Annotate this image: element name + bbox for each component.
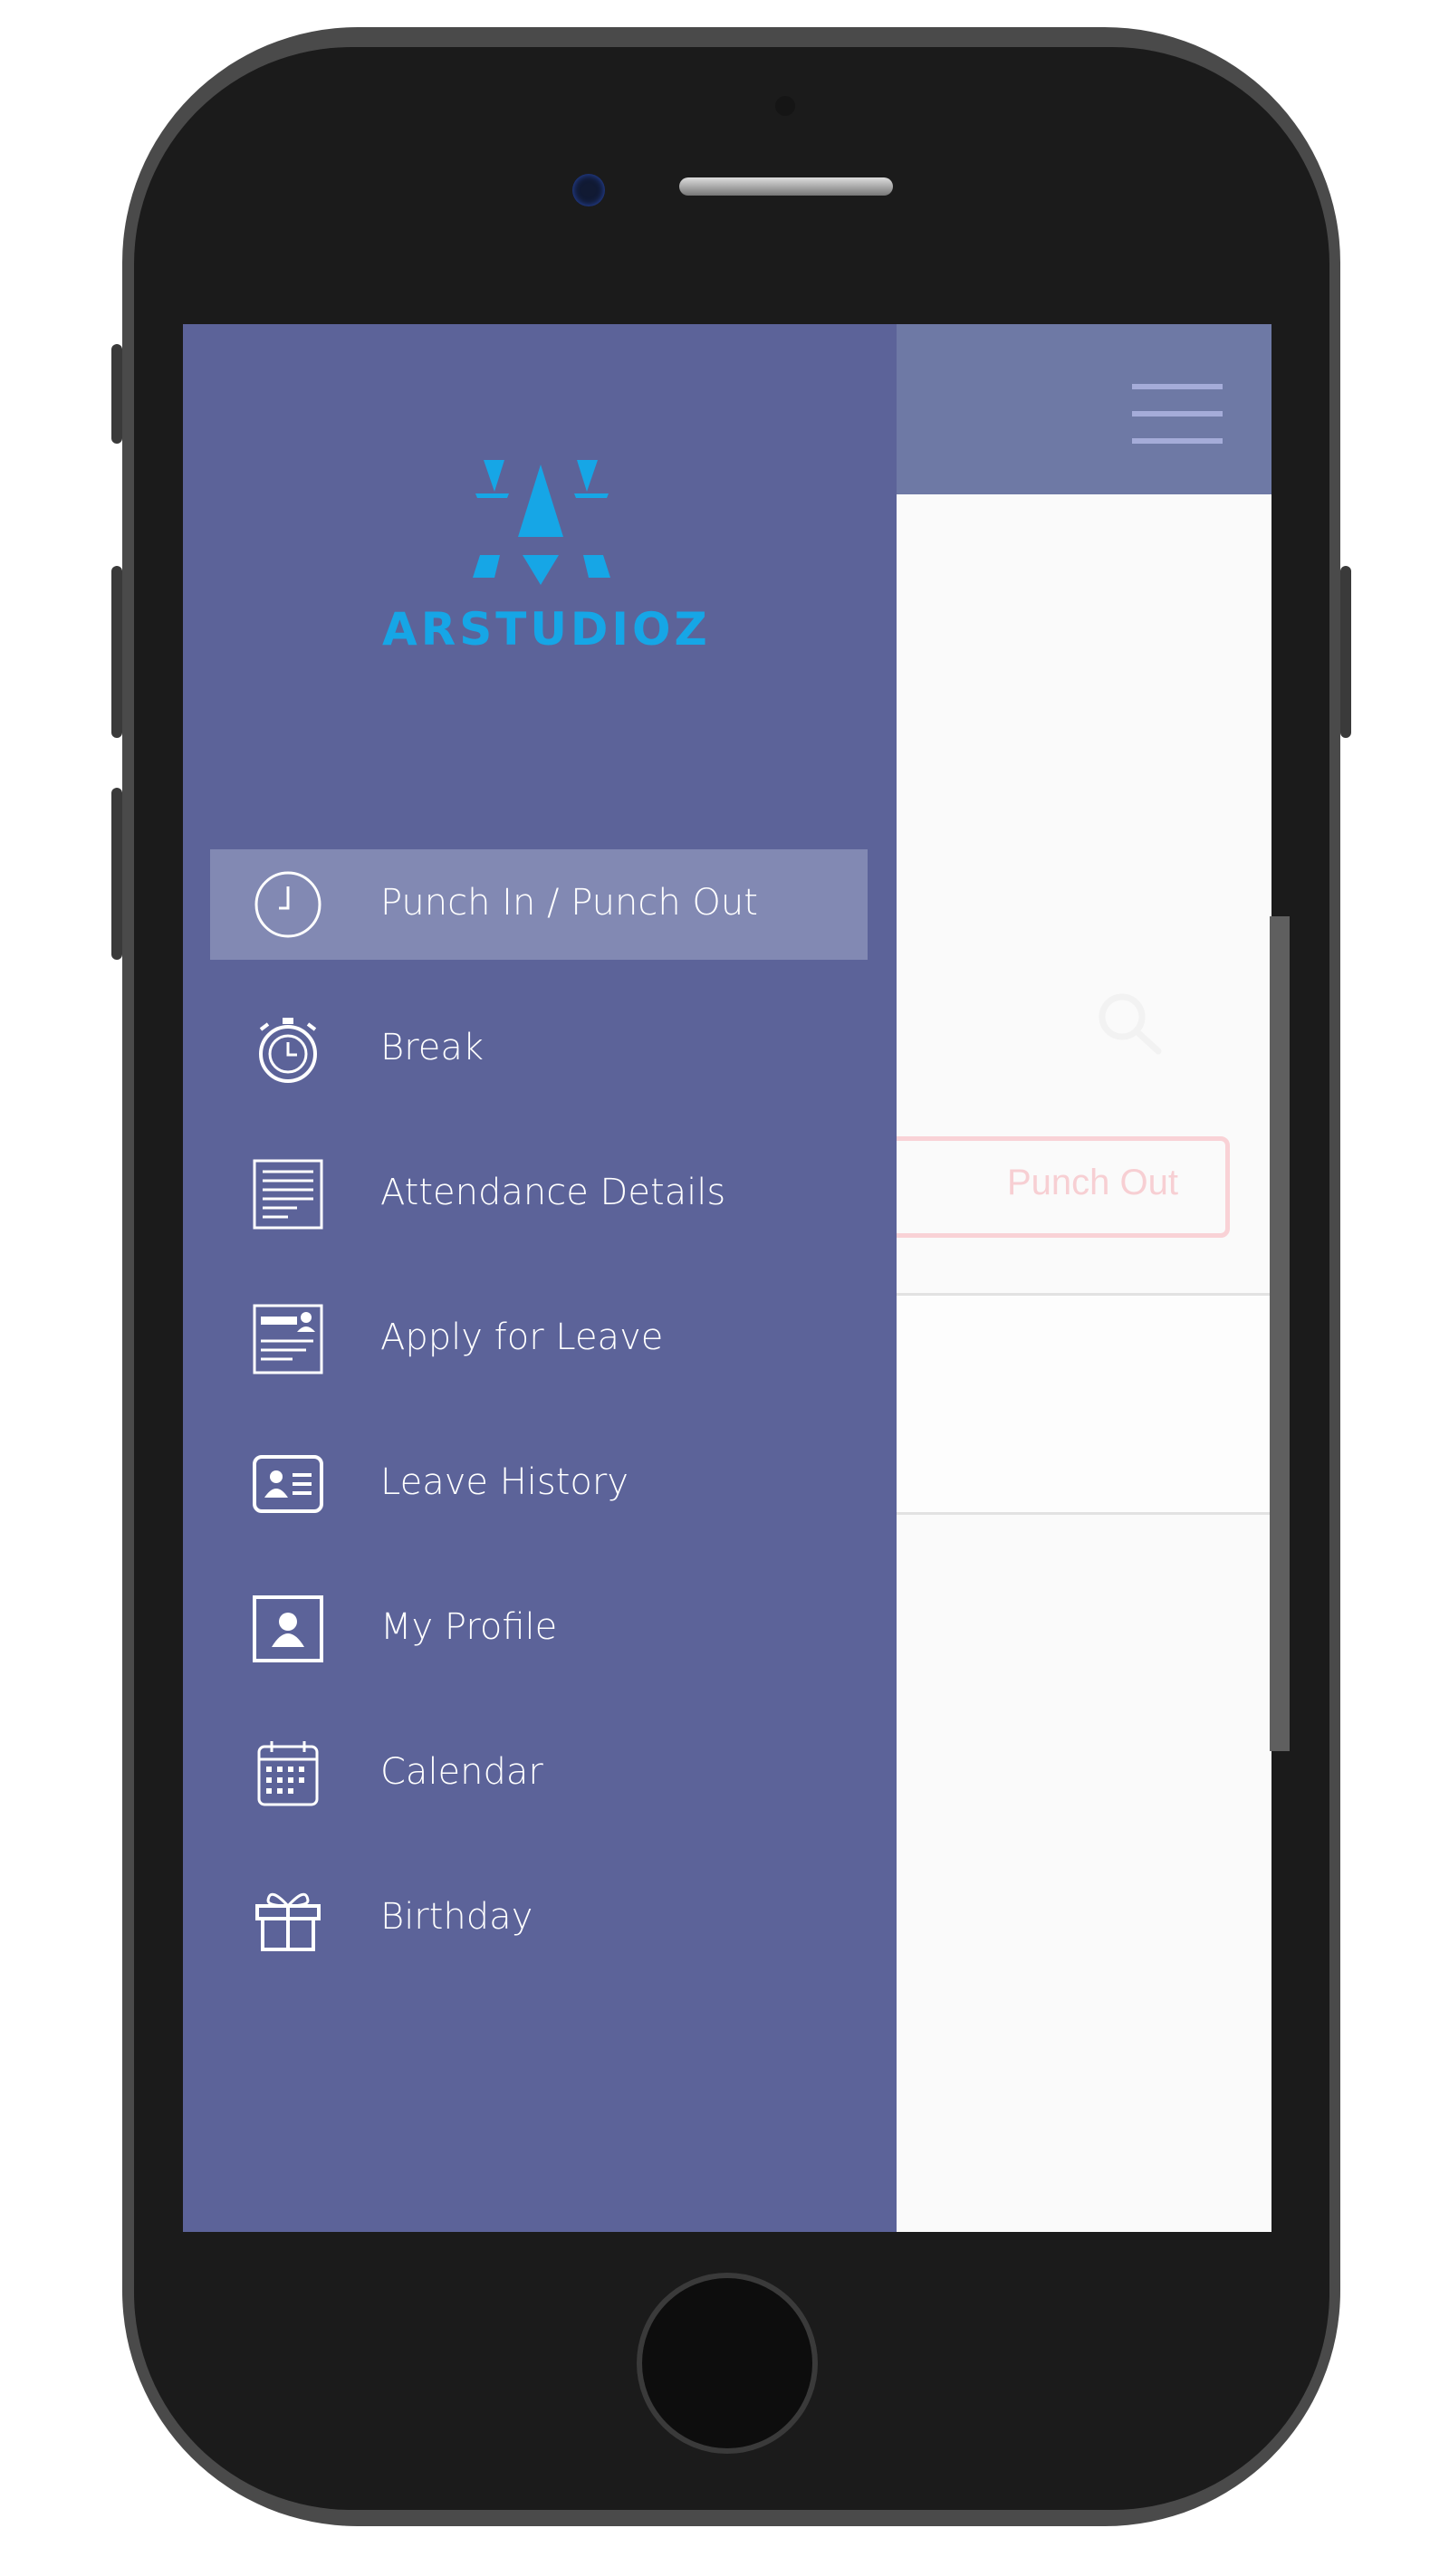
document-icon bbox=[253, 1159, 323, 1230]
logo-mark-icon bbox=[473, 460, 610, 585]
menu-label: Punch In / Punch Out bbox=[380, 882, 758, 924]
menu-label: Apply for Leave bbox=[380, 1317, 664, 1358]
navigation-drawer: ARSTUDIOZ Punch In / Punch Out Break Att… bbox=[183, 324, 897, 2232]
menu-label: Calendar bbox=[380, 1751, 543, 1793]
menu-item-birthday[interactable]: Birthday bbox=[210, 1863, 868, 1974]
gift-icon bbox=[255, 1892, 321, 1951]
punch-out-label: Punch Out bbox=[1006, 1163, 1178, 1202]
clock-icon bbox=[254, 871, 321, 938]
menu-item-punch[interactable]: Punch In / Punch Out bbox=[210, 849, 868, 960]
search-icon[interactable] bbox=[1093, 990, 1166, 1062]
menu-item-leave-history[interactable]: Leave History bbox=[210, 1429, 868, 1539]
menu-item-calendar[interactable]: Calendar bbox=[210, 1719, 868, 1829]
id-card-icon bbox=[253, 1455, 323, 1513]
menu-item-break[interactable]: Break bbox=[210, 994, 868, 1105]
mute-switch bbox=[111, 344, 122, 444]
sensor bbox=[775, 96, 795, 116]
menu-label: Leave History bbox=[380, 1461, 629, 1503]
menu-item-my-profile[interactable]: My Profile bbox=[210, 1574, 868, 1684]
form-icon bbox=[253, 1304, 323, 1374]
power-button bbox=[1340, 566, 1351, 738]
hamburger-icon[interactable] bbox=[1132, 384, 1223, 444]
earpiece-speaker bbox=[679, 177, 893, 196]
profile-icon bbox=[253, 1595, 323, 1662]
menu-label: Break bbox=[380, 1027, 485, 1068]
app-screen: Punch Out ARSTUDIOZ Punch In / Punch Out… bbox=[183, 324, 1271, 2232]
brand-name: ARSTUDIOZ bbox=[382, 603, 711, 656]
menu-label: My Profile bbox=[380, 1606, 558, 1648]
volume-down-button bbox=[111, 788, 122, 960]
brand-logo: ARSTUDIOZ bbox=[382, 460, 711, 659]
calendar-icon bbox=[257, 1741, 319, 1806]
stopwatch-icon bbox=[259, 1018, 317, 1083]
menu-label: Attendance Details bbox=[380, 1172, 726, 1213]
scrollbar[interactable] bbox=[1270, 916, 1290, 1751]
volume-up-button bbox=[111, 566, 122, 738]
menu-item-apply-leave[interactable]: Apply for Leave bbox=[210, 1284, 868, 1394]
front-camera bbox=[572, 174, 605, 206]
menu-label: Birthday bbox=[380, 1896, 533, 1938]
menu-item-attendance[interactable]: Attendance Details bbox=[210, 1139, 868, 1250]
home-button[interactable] bbox=[637, 2273, 818, 2454]
